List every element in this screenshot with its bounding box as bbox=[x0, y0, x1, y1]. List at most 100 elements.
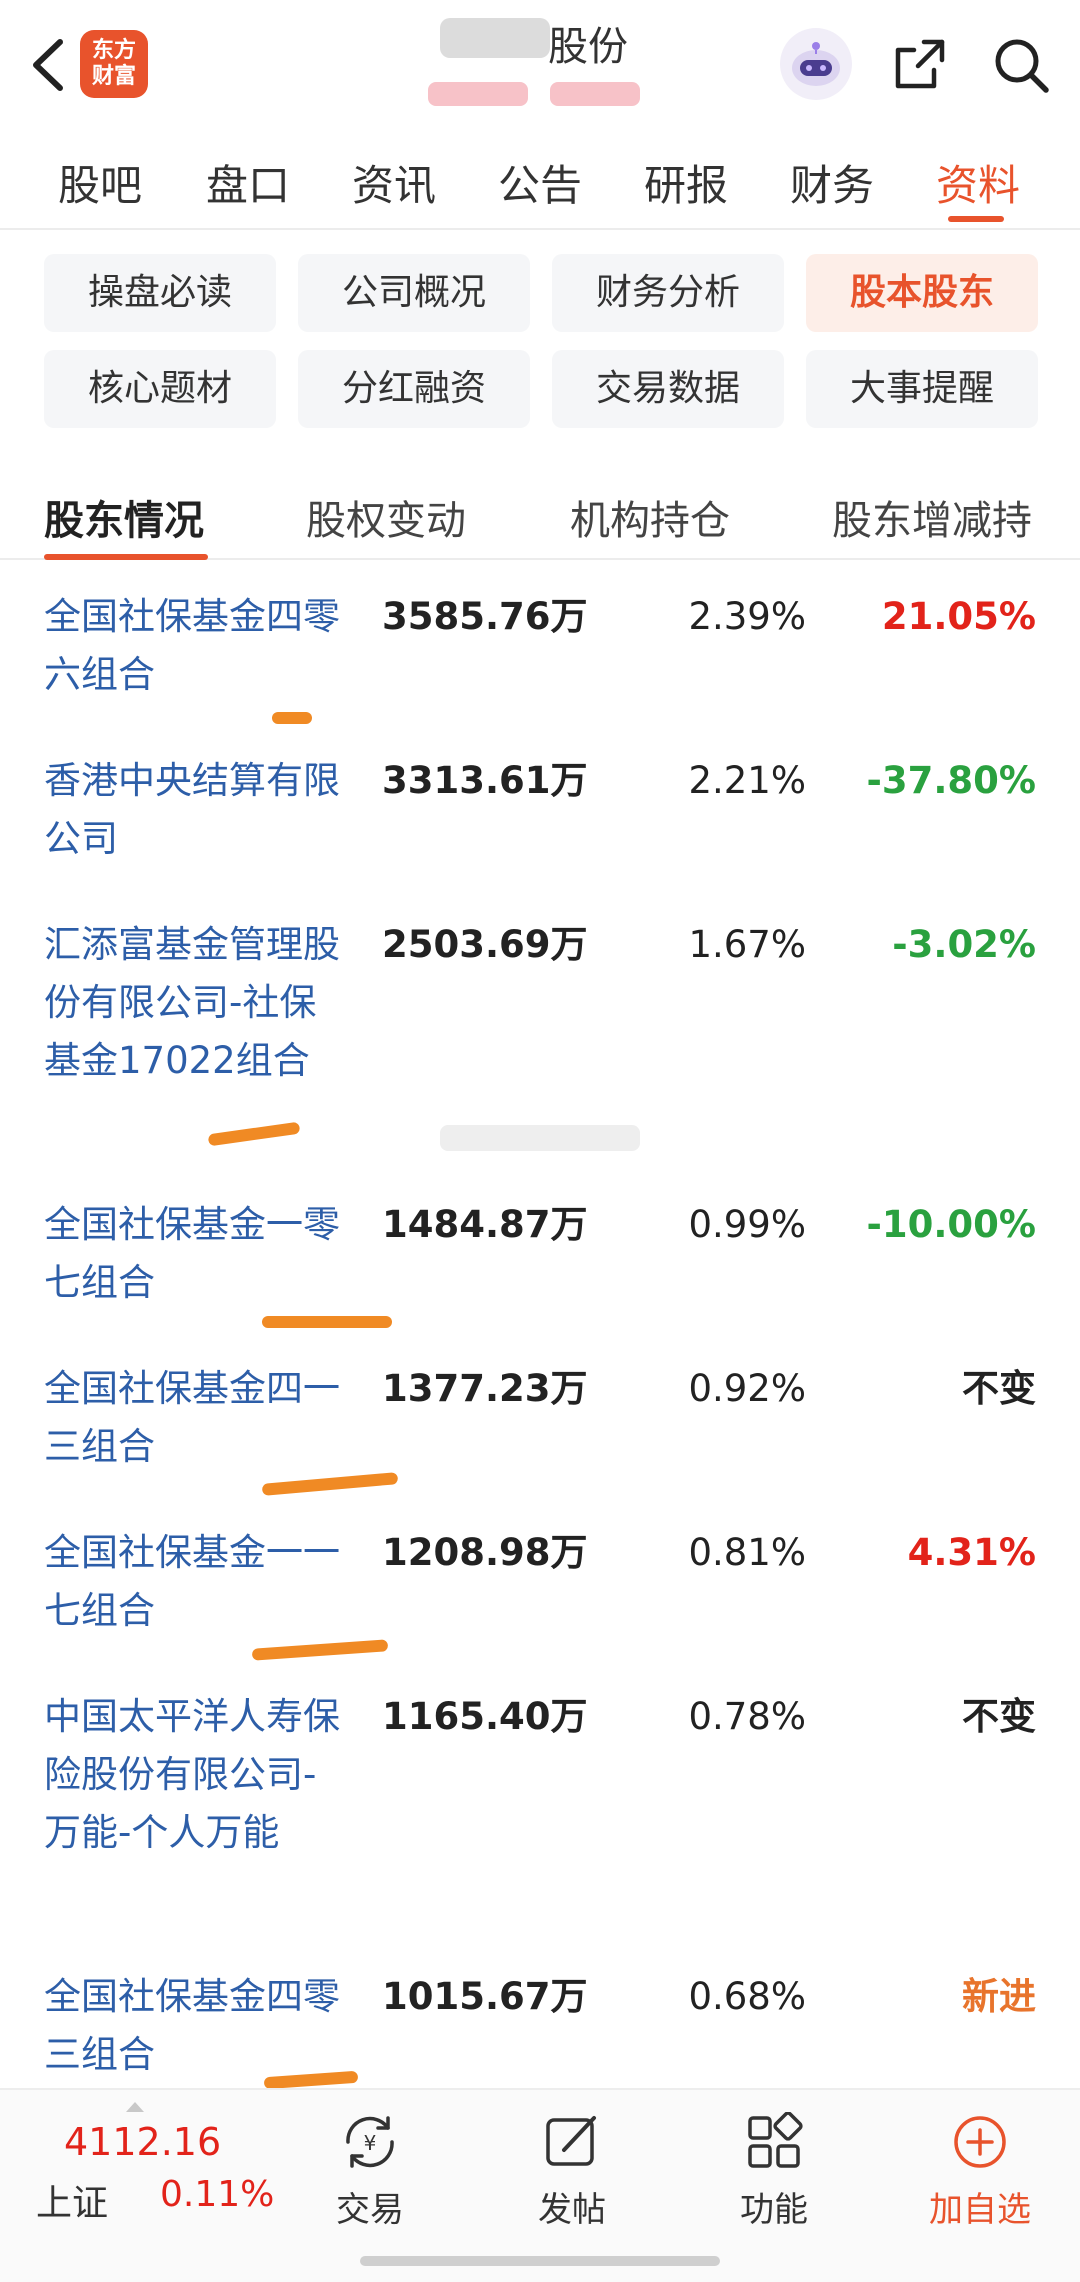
holder-ratio: 0.99% bbox=[688, 1203, 806, 1246]
chip-label: 交易数据 bbox=[595, 368, 740, 409]
nav-functions[interactable]: 功能 bbox=[704, 2104, 844, 2254]
holder-shares: 1208.98万 bbox=[382, 1531, 588, 1574]
holder-name-link[interactable]: 全国社保基金一一七组合 bbox=[44, 1524, 344, 1640]
table-row: 香港中央结算有限公司 3313.61万 2.21% -37.80% bbox=[0, 752, 1080, 902]
holder-name-link[interactable]: 香港中央结算有限公司 bbox=[44, 752, 344, 868]
logo-line1: 东方 bbox=[91, 38, 136, 63]
chip-label: 股本股东 bbox=[849, 272, 994, 313]
nav-trade[interactable]: ¥ 交易 bbox=[300, 2104, 440, 2254]
nav-label: 发帖 bbox=[538, 2190, 606, 2230]
tab-research[interactable]: 研报 bbox=[644, 152, 728, 213]
ai-assistant-robot-icon[interactable] bbox=[780, 28, 852, 100]
nav-label: 加自选 bbox=[929, 2190, 1031, 2230]
tab-announcements[interactable]: 公告 bbox=[498, 152, 582, 213]
highlight-mark bbox=[207, 1121, 301, 1147]
chip-label: 操盘必读 bbox=[87, 272, 232, 313]
holder-ratio: 2.39% bbox=[688, 595, 806, 638]
holder-change: 不变 bbox=[962, 1695, 1036, 1738]
back-arrow-icon[interactable] bbox=[22, 30, 72, 100]
chip-financial-analysis[interactable]: 财务分析 bbox=[552, 254, 784, 332]
chip-company-overview[interactable]: 公司概况 bbox=[298, 254, 530, 332]
tab-finance[interactable]: 财务 bbox=[790, 152, 874, 213]
holder-change: 不变 bbox=[962, 1367, 1036, 1410]
index-value[interactable]: 4112.16 bbox=[64, 2120, 221, 2164]
home-indicator bbox=[360, 2256, 720, 2266]
holder-ratio: 2.21% bbox=[688, 759, 806, 802]
holder-change: -3.02% bbox=[892, 923, 1036, 966]
index-name[interactable]: 上证 bbox=[36, 2174, 108, 2226]
tab-label: 股吧 bbox=[58, 161, 143, 210]
function-grid-icon bbox=[748, 2112, 803, 2168]
share-icon[interactable] bbox=[890, 34, 950, 94]
bottom-nav-bar: 4112.16 上证 0.11% ¥ 交易 发帖 功能 加自选 bbox=[0, 2088, 1080, 2282]
holder-shares: 2503.69万 bbox=[382, 923, 588, 966]
holder-name-link[interactable]: 全国社保基金四零六组合 bbox=[44, 588, 344, 704]
nav-label: 交易 bbox=[336, 2190, 404, 2230]
holder-ratio: 0.92% bbox=[688, 1367, 806, 1410]
top-bar: 东方 财富 股份 bbox=[0, 0, 1080, 130]
expand-caret-icon[interactable] bbox=[126, 2102, 144, 2112]
highlight-mark bbox=[262, 1316, 392, 1328]
tab-guba[interactable]: 股吧 bbox=[58, 152, 142, 213]
chip-label: 大事提醒 bbox=[849, 368, 994, 409]
search-icon[interactable] bbox=[990, 34, 1052, 96]
chip-trading-data[interactable]: 交易数据 bbox=[552, 350, 784, 428]
nav-label: 功能 bbox=[740, 2190, 808, 2230]
chip-label: 财务分析 bbox=[595, 272, 740, 313]
holder-ratio: 0.68% bbox=[688, 1975, 806, 2018]
logo-line2: 财富 bbox=[91, 64, 136, 89]
svg-text:¥: ¥ bbox=[364, 2131, 377, 2155]
highlight-mark bbox=[251, 1639, 389, 1661]
active-tab-underline bbox=[948, 216, 1004, 222]
holder-shares: 1165.40万 bbox=[382, 1695, 588, 1738]
active-tab-underline bbox=[44, 554, 208, 560]
highlight-mark bbox=[272, 712, 312, 724]
eastmoney-logo: 东方 财富 bbox=[80, 30, 148, 98]
tab-label: 资讯 bbox=[352, 161, 437, 210]
holder-shares: 1377.23万 bbox=[382, 1367, 588, 1410]
tab-news[interactable]: 资讯 bbox=[352, 152, 436, 213]
index-change[interactable]: 0.11% bbox=[160, 2174, 274, 2215]
table-row: 全国社保基金一零七组合 1484.87万 0.99% -10.00% bbox=[0, 1196, 1080, 1346]
tab-label: 股东情况 bbox=[44, 498, 204, 544]
holder-name-link[interactable]: 全国社保基金四一三组合 bbox=[44, 1360, 344, 1476]
holder-shares: 3585.76万 bbox=[382, 595, 588, 638]
tab-equity-changes[interactable]: 股权变动 bbox=[306, 488, 466, 546]
chip-trading-must-read[interactable]: 操盘必读 bbox=[44, 254, 276, 332]
chip-shareholders[interactable]: 股本股东 bbox=[806, 254, 1038, 332]
holder-change: -37.80% bbox=[866, 759, 1036, 802]
tab-label: 财务 bbox=[790, 161, 875, 210]
holder-name-link[interactable]: 全国社保基金四零三组合 bbox=[44, 1968, 344, 2084]
tab-label: 公告 bbox=[498, 161, 583, 210]
trade-yen-icon: ¥ bbox=[346, 2116, 394, 2168]
blurred-stock-name bbox=[440, 18, 550, 58]
table-row: 全国社保基金四零六组合 3585.76万 2.39% 21.05% bbox=[0, 588, 1080, 738]
main-tab-bar: 股吧 盘口 资讯 公告 研报 财务 资料 bbox=[0, 130, 1080, 230]
chip-label: 核心题材 bbox=[87, 368, 232, 409]
tab-holder-increase-decrease[interactable]: 股东增减持 bbox=[832, 488, 1032, 546]
blurred-price-line bbox=[420, 76, 670, 112]
tab-institutional-holdings[interactable]: 机构持仓 bbox=[570, 488, 730, 546]
chip-core-themes[interactable]: 核心题材 bbox=[44, 350, 276, 428]
holder-change: 新进 bbox=[962, 1975, 1036, 2018]
nav-add-watchlist[interactable]: 加自选 bbox=[910, 2104, 1050, 2254]
tab-pankou[interactable]: 盘口 bbox=[206, 152, 290, 213]
holder-change: 21.05% bbox=[881, 595, 1036, 638]
holder-shares: 1015.67万 bbox=[382, 1975, 588, 2018]
holder-change: -10.00% bbox=[866, 1203, 1036, 1246]
chip-event-reminders[interactable]: 大事提醒 bbox=[806, 350, 1038, 428]
stock-title: 股份 bbox=[420, 12, 660, 70]
table-row: 全国社保基金四零三组合 1015.67万 0.68% 新进 bbox=[0, 1968, 1080, 2090]
tab-label: 研报 bbox=[644, 161, 729, 210]
holder-name-link[interactable]: 全国社保基金一零七组合 bbox=[44, 1196, 344, 1312]
holder-change: 4.31% bbox=[907, 1531, 1036, 1574]
table-row: 中国太平洋人寿保险股份有限公司-万能-个人万能 1165.40万 0.78% 不… bbox=[0, 1688, 1080, 1948]
holder-name-link[interactable]: 汇添富基金管理股份有限公司-社保基金17022组合 bbox=[44, 916, 344, 1090]
nav-post[interactable]: 发帖 bbox=[502, 2104, 642, 2254]
holder-name-link[interactable]: 中国太平洋人寿保险股份有限公司-万能-个人万能 bbox=[44, 1688, 344, 1862]
holder-ratio: 1.67% bbox=[688, 923, 806, 966]
chip-dividends-financing[interactable]: 分红融资 bbox=[298, 350, 530, 428]
tab-profile[interactable]: 资料 bbox=[936, 152, 1020, 222]
holder-ratio: 0.78% bbox=[688, 1695, 806, 1738]
tab-shareholder-status[interactable]: 股东情况 bbox=[44, 488, 208, 560]
